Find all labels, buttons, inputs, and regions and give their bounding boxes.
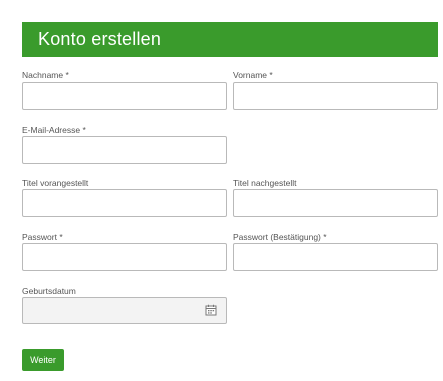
birthdate-label: Geburtsdatum (22, 286, 76, 296)
password-confirm-label: Passwort (Bestätigung) * (233, 232, 327, 242)
title-suffix-input[interactable] (233, 189, 438, 217)
firstname-label: Vorname * (233, 70, 273, 80)
email-input[interactable] (22, 136, 227, 164)
calendar-icon[interactable] (205, 304, 217, 316)
title-prefix-input[interactable] (22, 189, 227, 217)
title-prefix-label: Titel vorangestellt (22, 178, 89, 188)
password-confirm-input[interactable] (233, 243, 438, 271)
create-account-form: Konto erstellen Nachname * Vorname * E-M… (0, 0, 443, 381)
lastname-label: Nachname * (22, 70, 69, 80)
email-label: E-Mail-Adresse * (22, 125, 86, 135)
form-header: Konto erstellen (22, 22, 438, 57)
title-suffix-label: Titel nachgestellt (233, 178, 297, 188)
lastname-input[interactable] (22, 82, 227, 110)
continue-button[interactable]: Weiter (22, 349, 64, 371)
birthdate-input[interactable] (22, 297, 227, 324)
firstname-input[interactable] (233, 82, 438, 110)
password-input[interactable] (22, 243, 227, 271)
form-title: Konto erstellen (38, 29, 162, 49)
password-label: Passwort * (22, 232, 63, 242)
